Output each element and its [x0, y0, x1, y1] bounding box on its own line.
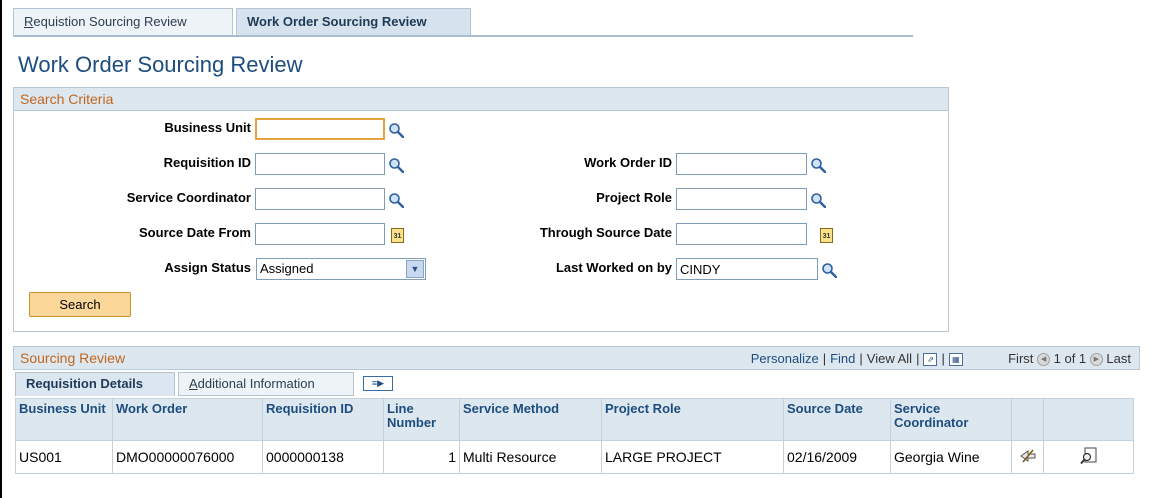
tab-baseline	[13, 35, 913, 37]
requisition-id-lookup-icon[interactable]	[388, 157, 404, 173]
source-date-from-input[interactable]	[255, 223, 385, 245]
col-service-coordinator[interactable]: Service Coordinator	[890, 398, 1012, 441]
tab-additional-information[interactable]: Additional Information	[178, 372, 354, 396]
through-source-date-label: Through Source Date	[539, 225, 672, 240]
chevron-down-icon[interactable]: ▼	[406, 260, 424, 278]
source-date-from-calendar-icon[interactable]: 31	[391, 228, 404, 243]
tab-requisition-sourcing-review[interactable]: Requistion Sourcing Review	[13, 8, 233, 35]
service-coordinator-lookup-icon[interactable]	[388, 192, 404, 208]
work-order-id-label: Work Order ID	[584, 155, 672, 170]
col-action	[1011, 398, 1044, 441]
wizard-wand-icon[interactable]	[1019, 448, 1037, 464]
sourcing-review-panel: Sourcing Review Personalize | Find | View Al…	[13, 346, 1140, 486]
through-source-date-input[interactable]	[676, 223, 807, 245]
col-source-date[interactable]: Source Date	[783, 398, 891, 441]
business-unit-lookup-icon[interactable]	[388, 122, 404, 138]
through-source-date-calendar-icon[interactable]: 31	[820, 228, 833, 243]
find-link[interactable]: Find	[830, 351, 855, 366]
first-link: First	[1008, 351, 1034, 366]
col-requisition-id[interactable]: Requisition ID	[262, 398, 384, 441]
last-worked-on-by-lookup-icon[interactable]	[821, 262, 837, 278]
business-unit-label: Business Unit	[164, 120, 251, 135]
zoom-grid-icon[interactable]: ⇗	[923, 353, 938, 367]
previous-icon: ◀	[1037, 353, 1051, 367]
tab-requisition-details[interactable]: Requisition Details	[15, 372, 175, 396]
col-details	[1043, 398, 1134, 441]
business-unit-input[interactable]	[255, 118, 385, 140]
download-grid-icon[interactable]: ▦	[948, 353, 963, 367]
cell-source-date: 02/16/2009	[783, 440, 891, 474]
assign-status-value: Assigned	[260, 261, 314, 276]
grid-navigation: Personalize | Find | View All | ⇗ | ▦ First ◀ 1 …	[750, 351, 1131, 367]
project-role-label: Project Role	[596, 190, 672, 205]
cell-requisition-id: 0000000138	[262, 440, 384, 474]
last-link: Last	[1106, 351, 1131, 366]
source-date-from-label: Source Date From	[139, 225, 251, 240]
service-coordinator-input[interactable]	[255, 188, 385, 210]
detail-view-icon[interactable]	[1079, 447, 1098, 465]
cell-action	[1011, 440, 1044, 474]
cell-details	[1043, 440, 1134, 474]
page-title: Work Order Sourcing Review	[18, 52, 303, 77]
search-button[interactable]: Search	[29, 292, 131, 317]
page-tabs: Requistion Sourcing Review Work Order So…	[13, 8, 913, 37]
requisition-id-label: Requisition ID	[163, 155, 251, 170]
row-range: 1 of 1	[1053, 351, 1087, 366]
search-criteria-panel: Search Criteria Business Unit Requisitio…	[13, 87, 949, 332]
cell-project-role: LARGE PROJECT	[601, 440, 784, 474]
last-worked-on-by-label: Last Worked on by	[555, 260, 672, 275]
requisition-id-input[interactable]	[255, 153, 385, 175]
project-role-input[interactable]	[676, 188, 807, 210]
col-service-method[interactable]: Service Method	[459, 398, 602, 441]
table-header-row: Business Unit Work Order Requisition ID …	[15, 398, 1134, 441]
col-line-number[interactable]: Line Number	[383, 398, 460, 441]
show-all-columns-icon[interactable]: ≡▶	[363, 376, 393, 391]
project-role-lookup-icon[interactable]	[810, 192, 826, 208]
service-coordinator-label: Service Coordinator	[126, 190, 251, 205]
assign-status-label: Assign Status	[164, 260, 251, 275]
tab-work-order-sourcing-review[interactable]: Work Order Sourcing Review	[236, 8, 471, 36]
cell-business-unit: US001	[15, 440, 113, 474]
work-order-id-input[interactable]	[676, 153, 807, 175]
personalize-link[interactable]: Personalize	[751, 351, 819, 366]
sourcing-review-header: Sourcing Review Personalize | Find | View Al…	[13, 346, 1140, 370]
cell-service-method: Multi Resource	[459, 440, 602, 474]
col-project-role[interactable]: Project Role	[601, 398, 784, 441]
assign-status-select[interactable]: Assigned ▼	[256, 258, 426, 280]
cell-line-number: 1	[383, 440, 460, 474]
table-row: US001 DMO00000076000 0000000138 1 Multi …	[15, 440, 1134, 474]
col-work-order[interactable]: Work Order	[112, 398, 263, 441]
work-order-id-lookup-icon[interactable]	[810, 157, 826, 173]
cell-service-coordinator: Georgia Wine	[890, 440, 1012, 474]
col-business-unit[interactable]: Business Unit	[15, 398, 113, 441]
view-all-link[interactable]: View All	[867, 351, 912, 366]
sourcing-review-title: Sourcing Review	[20, 350, 126, 366]
next-icon: ▶	[1089, 353, 1103, 367]
search-criteria-header: Search Criteria	[14, 88, 948, 111]
sourcing-review-table: Business Unit Work Order Requisition ID …	[15, 398, 1134, 474]
cell-work-order: DMO00000076000	[112, 440, 263, 474]
last-worked-on-by-input[interactable]	[676, 258, 818, 280]
window-left-border	[0, 0, 2, 498]
